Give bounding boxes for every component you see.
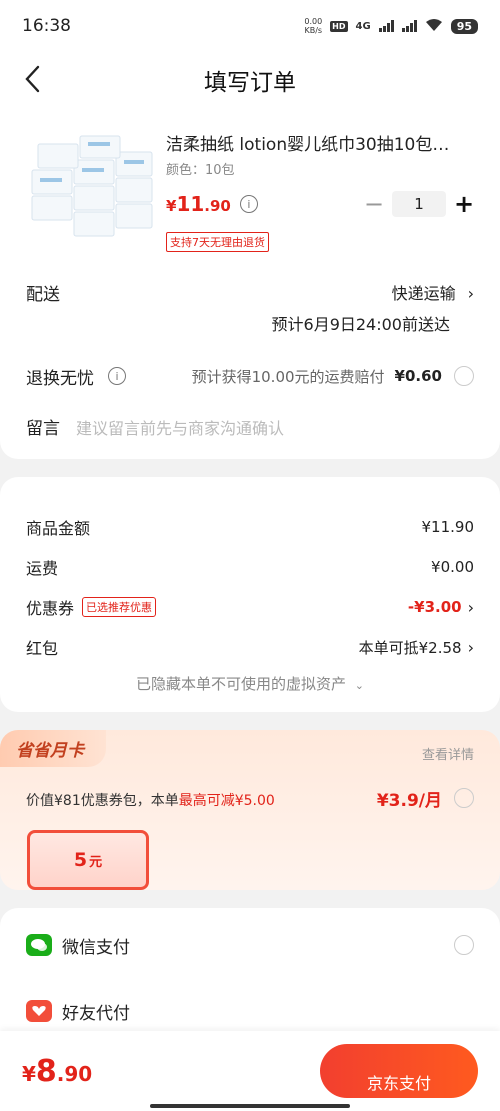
chevron-left-icon <box>25 65 40 93</box>
view-details-link[interactable]: 查看详情 <box>422 744 474 763</box>
wechat-icon <box>26 934 52 956</box>
monthly-card-promo: 省省月卡 查看详情 价值¥81优惠券包，本单最高可减¥5.00 ¥3.9/月 5… <box>0 730 500 890</box>
returns-fee: ¥0.60 <box>394 367 442 385</box>
returns-label: 退换无忧 <box>26 368 94 389</box>
coupon-value: -¥3.00 <box>407 598 462 616</box>
quantity-stepper: − 1 + <box>364 190 474 218</box>
product-price: ¥11.90 <box>166 192 231 216</box>
wechat-pay-radio[interactable] <box>454 935 474 955</box>
coupon-row[interactable]: 优惠券 已选推荐优惠 -¥3.00 › <box>26 587 474 627</box>
product-item[interactable]: 洁柔抽纸 lotion婴儿纸巾30抽10包… 颜色：10包 ¥11.90 i −… <box>0 112 500 260</box>
price-row: ¥11.90 i − 1 + <box>166 190 474 218</box>
chevron-down-icon: ⌄ <box>354 679 364 692</box>
net-speed: 0.00 KB/s <box>304 17 323 35</box>
page-title: 填写订单 <box>204 70 296 96</box>
message-label: 留言 <box>26 419 60 439</box>
red-packet-row[interactable]: 红包 本单可抵¥2.58 › <box>26 627 474 667</box>
product-info: 洁柔抽纸 lotion婴儿纸巾30抽10包… 颜色：10包 ¥11.90 i −… <box>166 130 474 252</box>
quantity-field[interactable]: 1 <box>392 191 446 217</box>
red-packet-value: 本单可抵¥2.58 <box>358 638 462 657</box>
message-input[interactable]: 建议留言前先与商家沟通确认 <box>76 415 284 439</box>
checkout-bar: ¥8.90 京东支付 <box>0 1031 500 1111</box>
product-name[interactable]: 洁柔抽纸 lotion婴儿纸巾30抽10包… <box>166 130 458 155</box>
shipping-row[interactable]: 配送 快递运输 › 预计6月9日24:00前送达 <box>0 280 500 346</box>
coupon-ticket: 5元 <box>27 830 149 890</box>
returns-insurance-row[interactable]: 退换无忧 i 预计获得10.00元的运费赔付 ¥0.60 <box>0 360 500 392</box>
chevron-right-icon: › <box>467 284 474 303</box>
pay-button[interactable]: 京东支付 <box>320 1044 478 1098</box>
return-policy-badge: 支持7天无理由退货 <box>166 232 269 252</box>
shipping-info: 快递运输 › 预计6月9日24:00前送达 <box>272 280 474 335</box>
shipping-eta: 预计6月9日24:00前送达 <box>271 315 450 334</box>
shipping-label: 配送 <box>26 285 60 305</box>
hd-icon: HD <box>330 20 348 32</box>
decrease-button[interactable]: − <box>364 190 384 218</box>
coupon-tag: 已选推荐优惠 <box>82 597 157 617</box>
returns-radio[interactable] <box>454 366 474 386</box>
status-time: 16:38 <box>22 16 71 36</box>
monthly-card-desc: 价值¥81优惠券包，本单最高可减¥5.00 <box>26 793 275 809</box>
status-bar: 16:38 0.00 KB/s HD 4G 95 <box>0 0 500 52</box>
heart-icon <box>26 1000 52 1022</box>
goods-amount-row: 商品金额 ¥11.90 <box>26 518 474 538</box>
back-button[interactable] <box>24 64 54 94</box>
product-thumbnail[interactable] <box>26 130 156 242</box>
battery-icon: 95 <box>450 18 478 34</box>
returns-note: 预计获得10.00元的运费赔付 <box>191 367 385 386</box>
monthly-card-title: 省省月卡 <box>0 730 106 767</box>
hidden-assets-toggle[interactable]: 已隐藏本单不可使用的虚拟资产 ⌄ <box>26 673 474 694</box>
page-header: 填写订单 <box>0 52 500 108</box>
freight-row: 运费 ¥0.00 <box>26 558 474 578</box>
chevron-right-icon: › <box>467 637 474 657</box>
status-icons: 0.00 KB/s HD 4G 95 <box>304 17 478 35</box>
signal-icon <box>378 20 394 32</box>
friend-pay-option[interactable]: 好友代付 <box>26 998 474 1024</box>
net-type: 4G <box>355 20 371 32</box>
signal-icon-2 <box>401 20 417 32</box>
order-card: 洁柔抽纸 lotion婴儿纸巾30抽10包… 颜色：10包 ¥11.90 i −… <box>0 108 500 459</box>
chevron-right-icon: › <box>467 597 474 617</box>
monthly-card-radio[interactable] <box>454 788 474 808</box>
info-icon[interactable]: i <box>108 367 126 385</box>
total-price: ¥8.90 <box>22 1053 93 1089</box>
price-summary-card: 商品金额 ¥11.90 运费 ¥0.00 优惠券 已选推荐优惠 -¥3.00 ›… <box>0 477 500 712</box>
monthly-card-price: ¥3.9/月 <box>376 791 442 811</box>
wechat-pay-label: 微信支付 <box>62 937 130 958</box>
message-row: 留言 建议留言前先与商家沟通确认 <box>0 414 500 440</box>
friend-pay-label: 好友代付 <box>62 1003 130 1024</box>
info-icon[interactable]: i <box>239 195 258 213</box>
home-indicator[interactable] <box>150 1104 350 1108</box>
shipping-method: 快递运输 <box>391 284 456 303</box>
wechat-pay-option[interactable]: 微信支付 <box>26 932 474 958</box>
wifi-icon <box>425 18 443 35</box>
product-spec: 颜色：10包 <box>166 163 235 178</box>
increase-button[interactable]: + <box>454 190 474 218</box>
